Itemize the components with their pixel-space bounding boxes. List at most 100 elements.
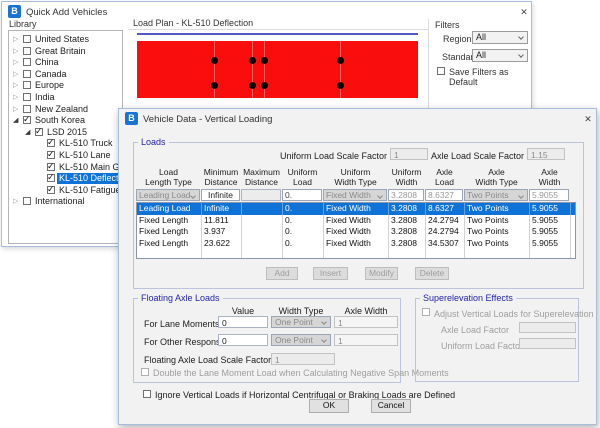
dialog1-title: Quick Add Vehicles [26, 7, 107, 18]
cancel-button[interactable]: Cancel [371, 399, 411, 413]
axle-guide-line [252, 41, 253, 98]
grid-column-header: AxleWidth [529, 167, 570, 187]
table-empty-cell [283, 249, 324, 258]
other-responses-width-type-dropdown[interactable]: One Point [271, 334, 331, 346]
expand-icon[interactable]: ▷ [13, 69, 18, 80]
adjust-vertical-loads-checkbox[interactable]: ✓ [422, 308, 430, 316]
tree-item-kl-510-deflection[interactable]: ✓KL-510 Deflection [9, 173, 122, 184]
tree-item-india[interactable]: ▷✓India [9, 92, 122, 103]
uniform-load-factor-label: Uniform Load Factor [441, 341, 523, 351]
table-empty-cell [389, 249, 426, 258]
tree-item-kl-510-truck[interactable]: ✓KL-510 Truck [9, 138, 122, 149]
checkbox[interactable]: ✓ [23, 197, 31, 205]
axle-scale-input[interactable]: 1.15 [527, 148, 565, 160]
tree-item-lsd-2015[interactable]: ◢✓LSD 2015 [9, 127, 122, 138]
checkbox[interactable]: ✓ [47, 139, 55, 147]
lane-moments-axle-width-input[interactable]: 1 [334, 316, 398, 328]
edit-cell-input[interactable]: 8.6327 [425, 189, 463, 201]
table-row[interactable]: Fixed Length23.6220.Fixed Width3.280834.… [137, 238, 575, 250]
expand-icon[interactable]: ▷ [13, 104, 18, 115]
standard-dropdown[interactable]: All [472, 49, 528, 62]
region-dropdown[interactable]: All [472, 31, 528, 44]
tree-item-great-britain[interactable]: ▷✓Great Britain [9, 46, 122, 57]
edit-cell-dropdown[interactable]: Two Points [464, 189, 528, 201]
checkbox[interactable]: ✓ [23, 70, 31, 78]
table-cell: Fixed Length [137, 226, 202, 238]
tree-item-new-zealand[interactable]: ▷✓New Zealand [9, 104, 122, 115]
checkbox[interactable]: ✓ [23, 116, 31, 124]
checkbox[interactable]: ✓ [23, 81, 31, 89]
axle-load-factor-input[interactable] [519, 322, 576, 333]
checkbox[interactable]: ✓ [23, 93, 31, 101]
checkbox[interactable]: ✓ [47, 174, 55, 182]
expand-icon[interactable]: ▷ [13, 46, 18, 57]
table-cell: 0. [283, 203, 324, 215]
close-icon[interactable]: ✕ [516, 5, 532, 19]
lane-moments-width-type-dropdown[interactable]: One Point [271, 316, 331, 328]
edit-cell-input[interactable]: Infinite [201, 189, 240, 201]
library-tree[interactable]: ▷✓United States▷✓Great Britain▷✓China▷✓C… [8, 30, 123, 244]
expand-icon[interactable]: ▷ [13, 92, 18, 103]
other-responses-axle-width-input[interactable]: 1 [334, 334, 398, 346]
checkbox[interactable]: ✓ [23, 35, 31, 43]
floating-scale-input[interactable]: 1 [271, 353, 335, 365]
ok-button[interactable]: OK [309, 399, 349, 413]
edit-cell-input[interactable]: 5.9055 [529, 189, 569, 201]
lane-moments-value-input[interactable]: 0 [218, 316, 268, 328]
table-empty-cell [426, 249, 465, 258]
edit-cell-dropdown[interactable]: Fixed Width [323, 189, 387, 201]
checkbox[interactable]: ✓ [47, 186, 55, 194]
save-filters-checkbox[interactable]: ✓ [437, 67, 445, 75]
checkbox[interactable]: ✓ [47, 163, 55, 171]
chevron-down-icon [321, 337, 327, 343]
checkbox[interactable]: ✓ [35, 128, 43, 136]
checkbox[interactable]: ✓ [47, 151, 55, 159]
checkbox[interactable]: ✓ [23, 58, 31, 66]
tree-item-kl-510-lane[interactable]: ✓KL-510 Lane [9, 150, 122, 161]
tree-item-kl-510-main-girder[interactable]: ✓KL-510 Main Girder [9, 162, 122, 173]
collapse-icon[interactable]: ◢ [13, 115, 18, 126]
uniform-load-factor-input[interactable] [519, 338, 576, 349]
edit-cell-dropdown[interactable]: Leading Load [136, 189, 200, 201]
double-lane-moment-checkbox[interactable]: ✓ [141, 368, 149, 376]
expand-icon[interactable]: ▷ [13, 57, 18, 68]
table-row[interactable]: Fixed Length3.9370.Fixed Width3.280824.2… [137, 226, 575, 238]
ignore-vertical-loads-checkbox[interactable]: ✓ [143, 390, 151, 398]
expand-icon[interactable]: ▷ [13, 196, 18, 207]
edit-cell-input[interactable]: 3.2808 [388, 189, 424, 201]
loads-edit-row[interactable]: Leading LoadInfinite 0.Fixed Width3.28088… [136, 189, 576, 201]
tree-item-united-states[interactable]: ▷✓United States [9, 34, 122, 45]
edit-cell-input[interactable]: 0. [282, 189, 322, 201]
tree-item-label: International [33, 196, 87, 207]
axle-dot [337, 82, 344, 89]
collapse-icon[interactable]: ◢ [25, 127, 30, 138]
tree-item-canada[interactable]: ▷ ✓Canada [9, 69, 122, 80]
tree-item-international[interactable]: ▷ ✓International [9, 196, 122, 207]
table-empty-cell [242, 249, 283, 258]
other-responses-value-input[interactable]: 0 [218, 334, 268, 346]
tree-item-china[interactable]: ▷✓China [9, 57, 122, 68]
tree-item-kl-510-fatigue[interactable]: ✓KL-510 Fatigue [9, 185, 122, 196]
expand-icon[interactable]: ▷ [13, 80, 18, 91]
close-icon[interactable]: ✕ [580, 112, 596, 126]
edit-cell-input[interactable] [241, 189, 281, 201]
checkbox[interactable]: ✓ [23, 47, 31, 55]
table-cell [242, 238, 283, 250]
add-button[interactable]: Add [266, 267, 298, 280]
insert-button[interactable]: Insert [313, 267, 348, 280]
chevron-down-icon [518, 52, 524, 58]
tree-item-south-korea[interactable]: ◢✓South Korea [9, 115, 122, 126]
checkbox[interactable]: ✓ [23, 105, 31, 113]
table-row[interactable]: Leading LoadInfinite0.Fixed Width3.28088… [137, 203, 575, 215]
modify-button[interactable]: Modify [365, 267, 398, 280]
table-row[interactable]: Fixed Length11.8110.Fixed Width3.280824.… [137, 215, 575, 227]
expand-icon[interactable]: ▷ [13, 34, 18, 45]
tree-item-label: Canada [33, 69, 69, 80]
loads-grid[interactable]: Leading LoadInfinite0.Fixed Width3.28088… [136, 202, 576, 259]
tree-item-europe[interactable]: ▷✓Europe [9, 80, 122, 91]
delete-button[interactable]: Delete [415, 267, 449, 280]
table-cell: 3.937 [202, 226, 242, 238]
app-icon: B [125, 112, 138, 125]
table-cell [242, 203, 283, 215]
axle-dot [261, 57, 268, 64]
